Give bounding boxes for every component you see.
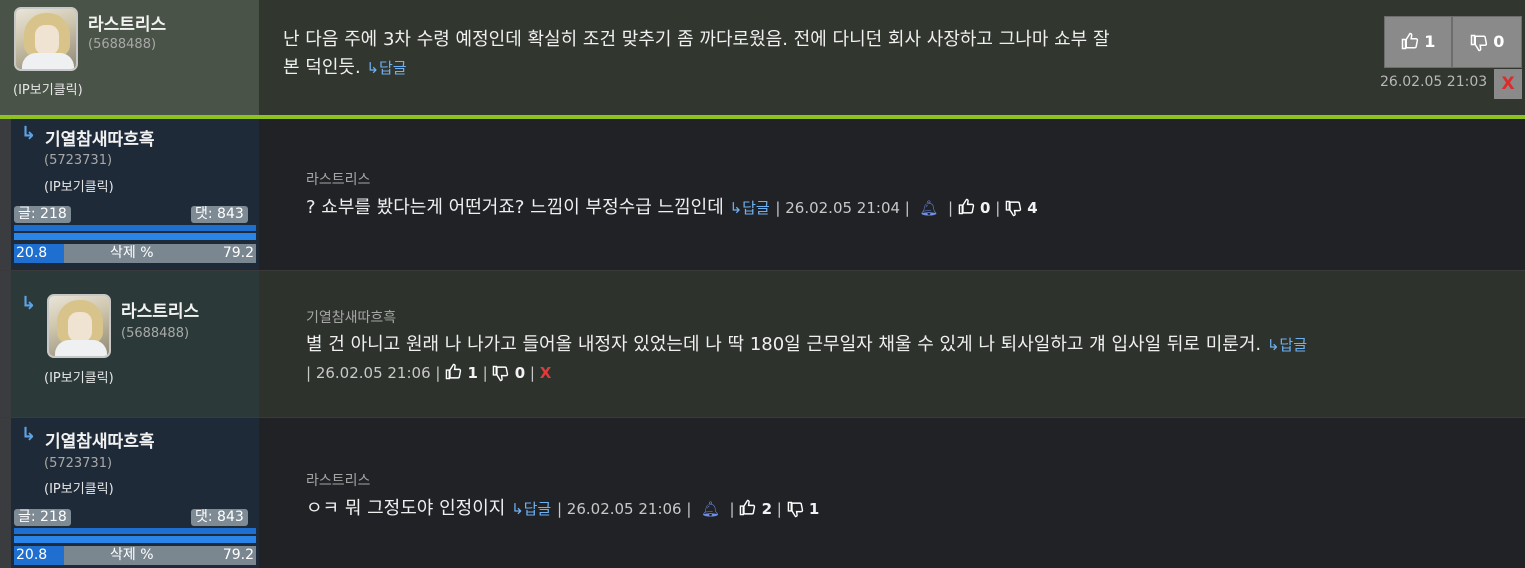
user-id: (5723731) — [44, 153, 113, 168]
comment-date: 26.02.05 21:04 — [785, 199, 901, 217]
comment-row: ↳ 기열참새따흐흑 (5723731) (IP보기클릭) 글: 218 댓: 8… — [0, 417, 1525, 568]
dislike-count: 0 — [1493, 32, 1505, 51]
comment-body: ? 쇼부를 봤다는게 어떤거죠? 느낌이 부정수급 느낌인데 ↳답글 | 26.… — [306, 194, 1038, 222]
post-count-badge: 글: 218 — [14, 206, 71, 223]
reply-link[interactable]: ↳답글 — [511, 500, 551, 518]
indent-bar — [0, 119, 11, 270]
reply-arrow-icon: ↳ — [21, 293, 37, 314]
ip-view-link[interactable]: (IP보기클릭) — [44, 367, 114, 386]
comment-row: ↳ 라스트리스 (5688488) (IP보기클릭) 기열참새따흐흑 별 건 아… — [0, 270, 1525, 417]
ratio-right: 79.2 — [222, 547, 254, 563]
bell-icon[interactable]: 🔔︎ — [919, 199, 938, 217]
thumbs-down-icon — [1005, 199, 1022, 217]
meta: | 26.02.05 21:06 | 1 | 0 | X — [306, 363, 552, 382]
ip-view-link[interactable]: (IP보기클릭) — [13, 79, 83, 98]
reply-to-nick: 라스트리스 — [306, 473, 371, 489]
delete-button[interactable]: X — [1494, 69, 1522, 99]
thumbs-down-icon — [1470, 32, 1494, 52]
ip-view-link[interactable]: (IP보기클릭) — [44, 478, 114, 497]
like-button[interactable]: 1 — [1384, 16, 1452, 68]
comment-text: 별 건 아니고 원래 나 나가고 들어올 내정자 있었는데 나 딱 180일 근… — [306, 334, 1262, 355]
activity-bar — [14, 233, 256, 240]
like-count: 0 — [980, 199, 991, 217]
comment-body: 별 건 아니고 원래 나 나가고 들어올 내정자 있었는데 나 딱 180일 근… — [306, 331, 1496, 387]
delete-button[interactable]: X — [540, 364, 552, 382]
comment-count-badge: 댓: 843 — [191, 206, 248, 223]
comment-row: ↳ 기열참새따흐흑 (5723731) (IP보기클릭) 글: 218 댓: 8… — [0, 119, 1525, 270]
like-count: 1 — [1424, 32, 1436, 51]
reply-link[interactable]: ↳답글 — [730, 199, 770, 217]
ratio-left: 20.8 — [14, 244, 64, 263]
comment-body: ㅇㅋ 뭐 그정도야 인정이지 ↳답글 | 26.02.05 21:06 | 🔔︎… — [306, 495, 819, 523]
like-count: 2 — [761, 500, 773, 518]
comment-date: 26.02.05 21:03 — [1380, 74, 1488, 90]
like-button[interactable]: 1 — [445, 363, 478, 382]
thumbs-down-icon — [787, 500, 804, 518]
comment-date: 26.02.05 21:06 — [566, 500, 682, 518]
post-count-badge: 글: 218 — [14, 509, 71, 526]
reply-to-nick: 기열참새따흐흑 — [306, 310, 397, 326]
dislike-button[interactable]: 0 — [492, 364, 525, 382]
bell-icon[interactable]: 🔔︎ — [701, 500, 720, 518]
activity-bar — [14, 225, 256, 231]
comment-text: 난 다음 주에 3차 수령 예정인데 확실히 조건 맞추기 좀 까다로웠음. 전… — [283, 26, 1283, 82]
dislike-button[interactable]: 1 — [787, 500, 820, 518]
user-id: (5688488) — [121, 326, 190, 341]
dislike-count: 0 — [514, 364, 526, 382]
comment-text: ㅇㅋ 뭐 그정도야 인정이지 — [306, 498, 506, 519]
activity-bar — [14, 536, 256, 543]
comment-text: ? 쇼부를 봤다는게 어떤거죠? 느낌이 부정수급 느낌인데 — [306, 197, 724, 218]
avatar[interactable] — [47, 294, 111, 358]
reply-link[interactable]: ↳답글 — [366, 59, 406, 77]
dislike-count: 1 — [808, 500, 820, 518]
thumbs-up-icon — [445, 363, 462, 382]
delete-ratio-bar: 20.8 삭제 % 79.2 — [14, 546, 256, 565]
thumbs-down-icon — [492, 364, 509, 382]
reply-link[interactable]: ↳답글 — [1267, 336, 1307, 354]
comment-date: 26.02.05 21:06 — [315, 364, 431, 382]
thumbs-up-icon — [739, 499, 756, 518]
indent-bar — [0, 418, 11, 568]
username[interactable]: 기열참새따흐흑 — [45, 125, 154, 150]
thumbs-up-icon — [958, 198, 975, 217]
ratio-label: 삭제 % — [110, 547, 154, 563]
user-id: (5723731) — [44, 456, 113, 471]
ip-view-link[interactable]: (IP보기클릭) — [44, 176, 114, 195]
username[interactable]: 라스트리스 — [121, 297, 199, 322]
comment-row: 라스트리스 (5688488) (IP보기클릭) 난 다음 주에 3차 수령 예… — [0, 0, 1525, 115]
ratio-left: 20.8 — [14, 546, 64, 565]
meta: | 26.02.05 21:04 | 🔔︎ | 0 | 4 — [775, 198, 1038, 217]
dislike-button[interactable]: 0 — [1452, 16, 1522, 68]
delete-ratio-bar: 20.8 삭제 % 79.2 — [14, 244, 256, 263]
meta: | 26.02.05 21:06 | 🔔︎ | 2 | 1 — [556, 499, 820, 518]
username[interactable]: 라스트리스 — [88, 10, 166, 35]
like-button[interactable]: 0 — [958, 198, 991, 217]
reply-arrow-icon: ↳ — [21, 424, 37, 445]
like-count: 1 — [467, 364, 478, 382]
comment-text-line: 난 다음 주에 3차 수령 예정인데 확실히 조건 맞추기 좀 까다로웠음. 전… — [283, 29, 1110, 50]
dislike-button[interactable]: 4 — [1005, 199, 1038, 217]
reply-to-nick: 라스트리스 — [306, 172, 371, 188]
comment-text-line: 본 덕인듯. — [283, 57, 361, 78]
thumbs-up-icon — [1401, 32, 1425, 51]
user-id: (5688488) — [88, 37, 157, 52]
ratio-label: 삭제 % — [110, 245, 154, 261]
ratio-right: 79.2 — [222, 245, 254, 261]
reply-arrow-icon: ↳ — [21, 123, 37, 144]
activity-bar — [14, 528, 256, 534]
username[interactable]: 기열참새따흐흑 — [45, 427, 154, 452]
indent-bar — [0, 271, 11, 417]
like-button[interactable]: 2 — [739, 499, 773, 518]
comment-count-badge: 댓: 843 — [191, 509, 248, 526]
dislike-count: 4 — [1027, 199, 1038, 217]
user-panel: 라스트리스 (5688488) (IP보기클릭) — [0, 0, 259, 115]
avatar[interactable] — [14, 7, 78, 71]
